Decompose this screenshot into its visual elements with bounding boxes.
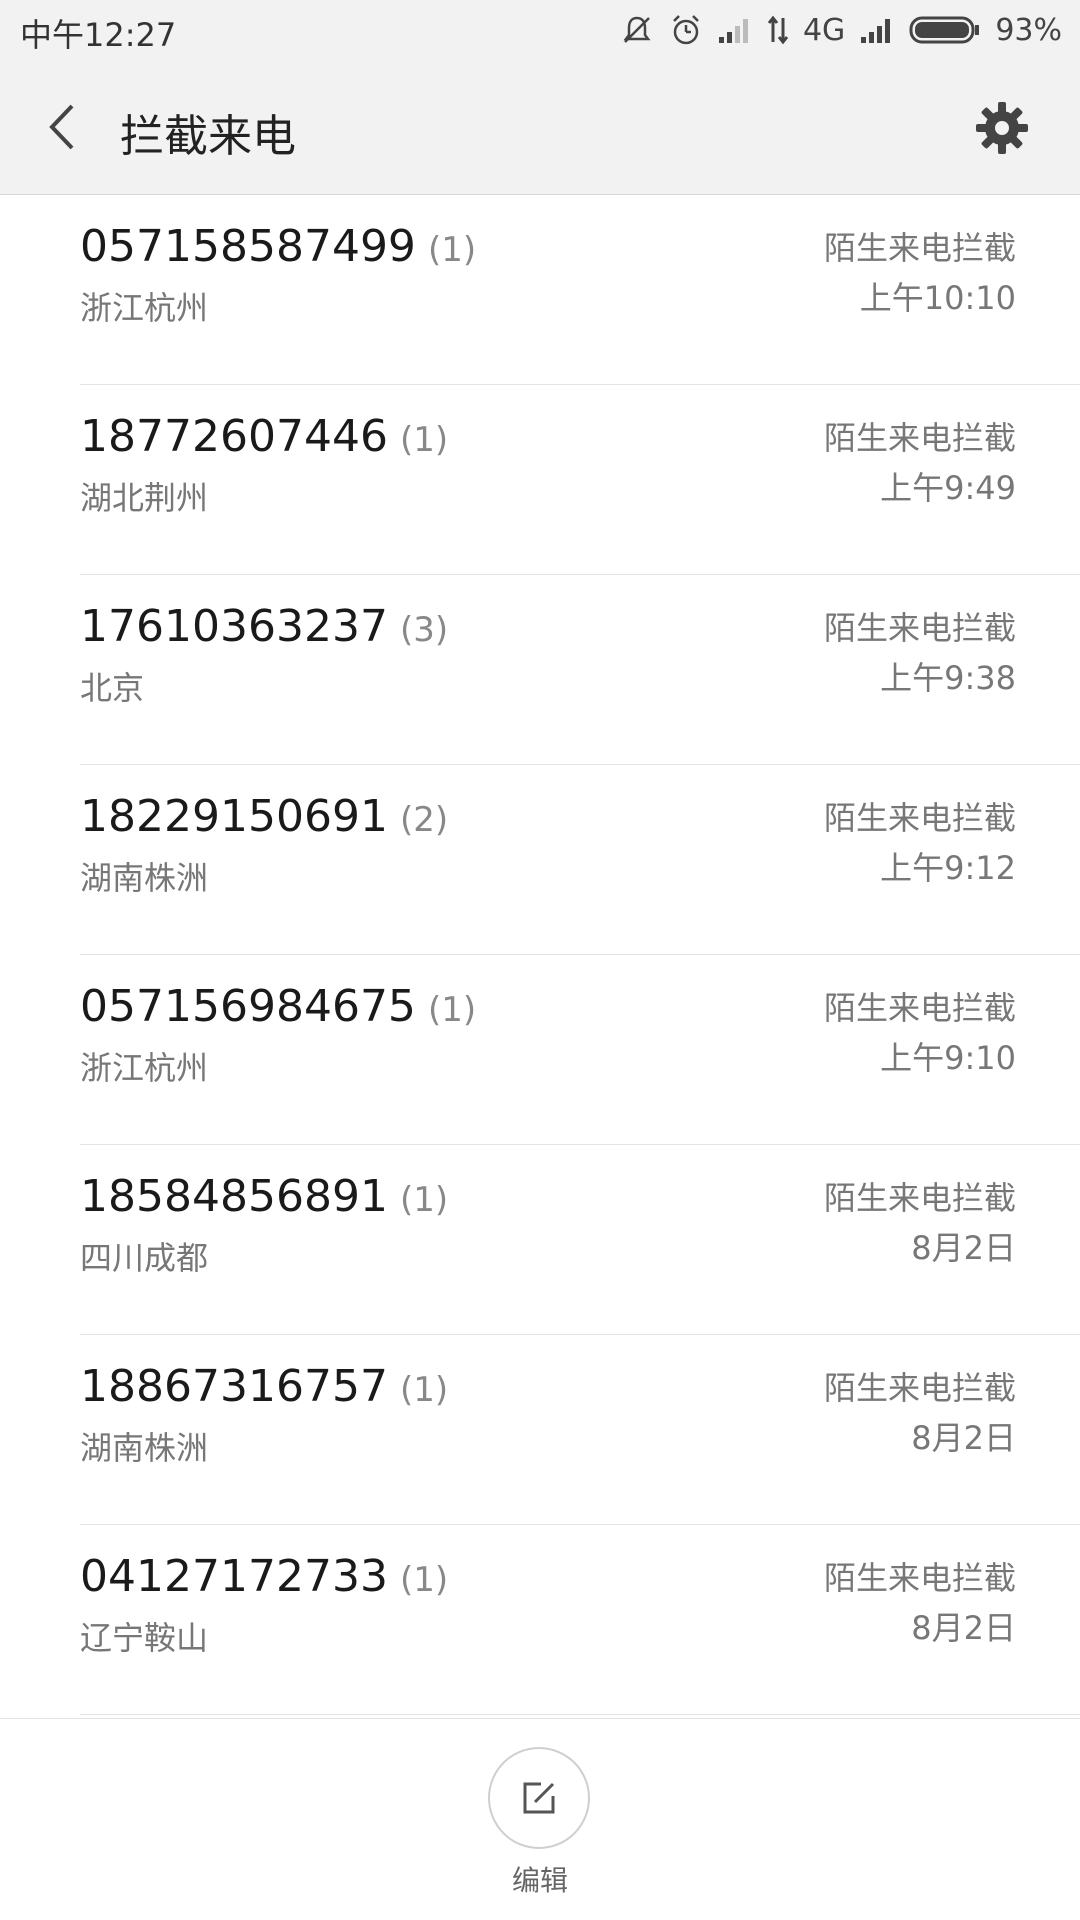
caller-location: 湖南株洲 (80, 859, 209, 897)
top-area: 中午12:27 4G 93% 拦截来电 (0, 0, 1080, 195)
phone-number: 18772607446 (1) (80, 411, 449, 462)
block-reason: 陌生来电拦截 (823, 989, 1016, 1027)
call-time: 8月2日 (911, 1419, 1016, 1457)
call-time: 8月2日 (911, 1609, 1016, 1647)
call-count: (2) (399, 800, 449, 840)
blocked-call-list: 057158587499 (1) 浙江杭州 陌生来电拦截 上午10:10 1877… (0, 195, 1080, 1715)
block-reason: 陌生来电拦截 (823, 1559, 1016, 1597)
app-header: 拦截来电 (0, 62, 1080, 194)
signal-icon-2 (859, 15, 895, 45)
battery-percent: 93% (995, 12, 1062, 48)
status-bar: 中午12:27 4G 93% (0, 0, 1080, 62)
bottom-toolbar: 编辑 (0, 1718, 1080, 1920)
data-arrows-icon (767, 14, 789, 46)
call-time: 上午10:10 (859, 279, 1016, 317)
edit-button[interactable] (488, 1747, 590, 1849)
signal-icon (717, 15, 753, 45)
page-title: 拦截来电 (120, 111, 296, 162)
alarm-icon (669, 13, 703, 47)
list-item[interactable]: 057156984675 (1) 浙江杭州 陌生来电拦截 上午9:10 (80, 955, 1080, 1145)
caller-location: 辽宁鞍山 (80, 1619, 209, 1657)
caller-location: 四川成都 (80, 1239, 209, 1277)
edit-icon (523, 1782, 555, 1814)
phone-number: 18229150691 (2) (80, 791, 449, 842)
block-reason: 陌生来电拦截 (823, 609, 1016, 647)
call-count: (1) (399, 1180, 449, 1220)
caller-location: 北京 (80, 669, 145, 707)
call-count: (1) (399, 1370, 449, 1410)
gear-icon (976, 102, 1028, 154)
block-reason: 陌生来电拦截 (823, 229, 1016, 267)
status-time: 中午12:27 (20, 16, 177, 54)
call-count: (1) (399, 420, 449, 460)
call-count: (3) (399, 610, 449, 650)
block-reason: 陌生来电拦截 (823, 419, 1016, 457)
list-item[interactable]: 18229150691 (2) 湖南株洲 陌生来电拦截 上午9:12 (80, 765, 1080, 955)
call-count: (1) (399, 1560, 449, 1600)
block-reason: 陌生来电拦截 (823, 799, 1016, 837)
phone-number: 057158587499 (1) (80, 221, 477, 272)
phone-number: 18867316757 (1) (80, 1361, 449, 1412)
block-reason: 陌生来电拦截 (823, 1369, 1016, 1407)
phone-number: 04127172733 (1) (80, 1551, 449, 1602)
list-item[interactable]: 17610363237 (3) 北京 陌生来电拦截 上午9:38 (80, 575, 1080, 765)
blocked-calls-screen: 中午12:27 4G 93% 拦截来电 057158587499 (1) 浙江杭… (0, 0, 1080, 1920)
list-item[interactable]: 18867316757 (1) 湖南株洲 陌生来电拦截 8月2日 (80, 1335, 1080, 1525)
block-reason: 陌生来电拦截 (823, 1179, 1016, 1217)
caller-location: 湖北荆州 (80, 479, 209, 517)
call-time: 上午9:38 (880, 659, 1016, 697)
chevron-left-icon (49, 104, 74, 150)
settings-button[interactable] (974, 100, 1030, 156)
caller-location: 浙江杭州 (80, 1049, 209, 1087)
call-time: 上午9:49 (880, 469, 1016, 507)
list-item[interactable]: 18772607446 (1) 湖北荆州 陌生来电拦截 上午9:49 (80, 385, 1080, 575)
phone-number: 17610363237 (3) (80, 601, 449, 652)
caller-location: 湖南株洲 (80, 1429, 209, 1467)
list-item[interactable]: 057158587499 (1) 浙江杭州 陌生来电拦截 上午10:10 (80, 195, 1080, 385)
edit-label: 编辑 (511, 1864, 568, 1897)
caller-location: 浙江杭州 (80, 289, 209, 327)
phone-number: 18584856891 (1) (80, 1171, 449, 1222)
call-count: (1) (427, 990, 477, 1030)
mute-icon (619, 12, 655, 48)
network-type: 4G (802, 12, 846, 48)
back-button[interactable] (42, 100, 82, 154)
call-count: (1) (427, 230, 477, 270)
phone-number: 057156984675 (1) (80, 981, 477, 1032)
call-time: 上午9:12 (880, 849, 1016, 887)
status-icons: 4G 93% (619, 8, 1062, 52)
call-time: 上午9:10 (880, 1039, 1016, 1077)
list-item[interactable]: 04127172733 (1) 辽宁鞍山 陌生来电拦截 8月2日 (80, 1525, 1080, 1715)
call-time: 8月2日 (911, 1229, 1016, 1267)
battery-icon (909, 14, 981, 46)
list-item[interactable]: 18584856891 (1) 四川成都 陌生来电拦截 8月2日 (80, 1145, 1080, 1335)
